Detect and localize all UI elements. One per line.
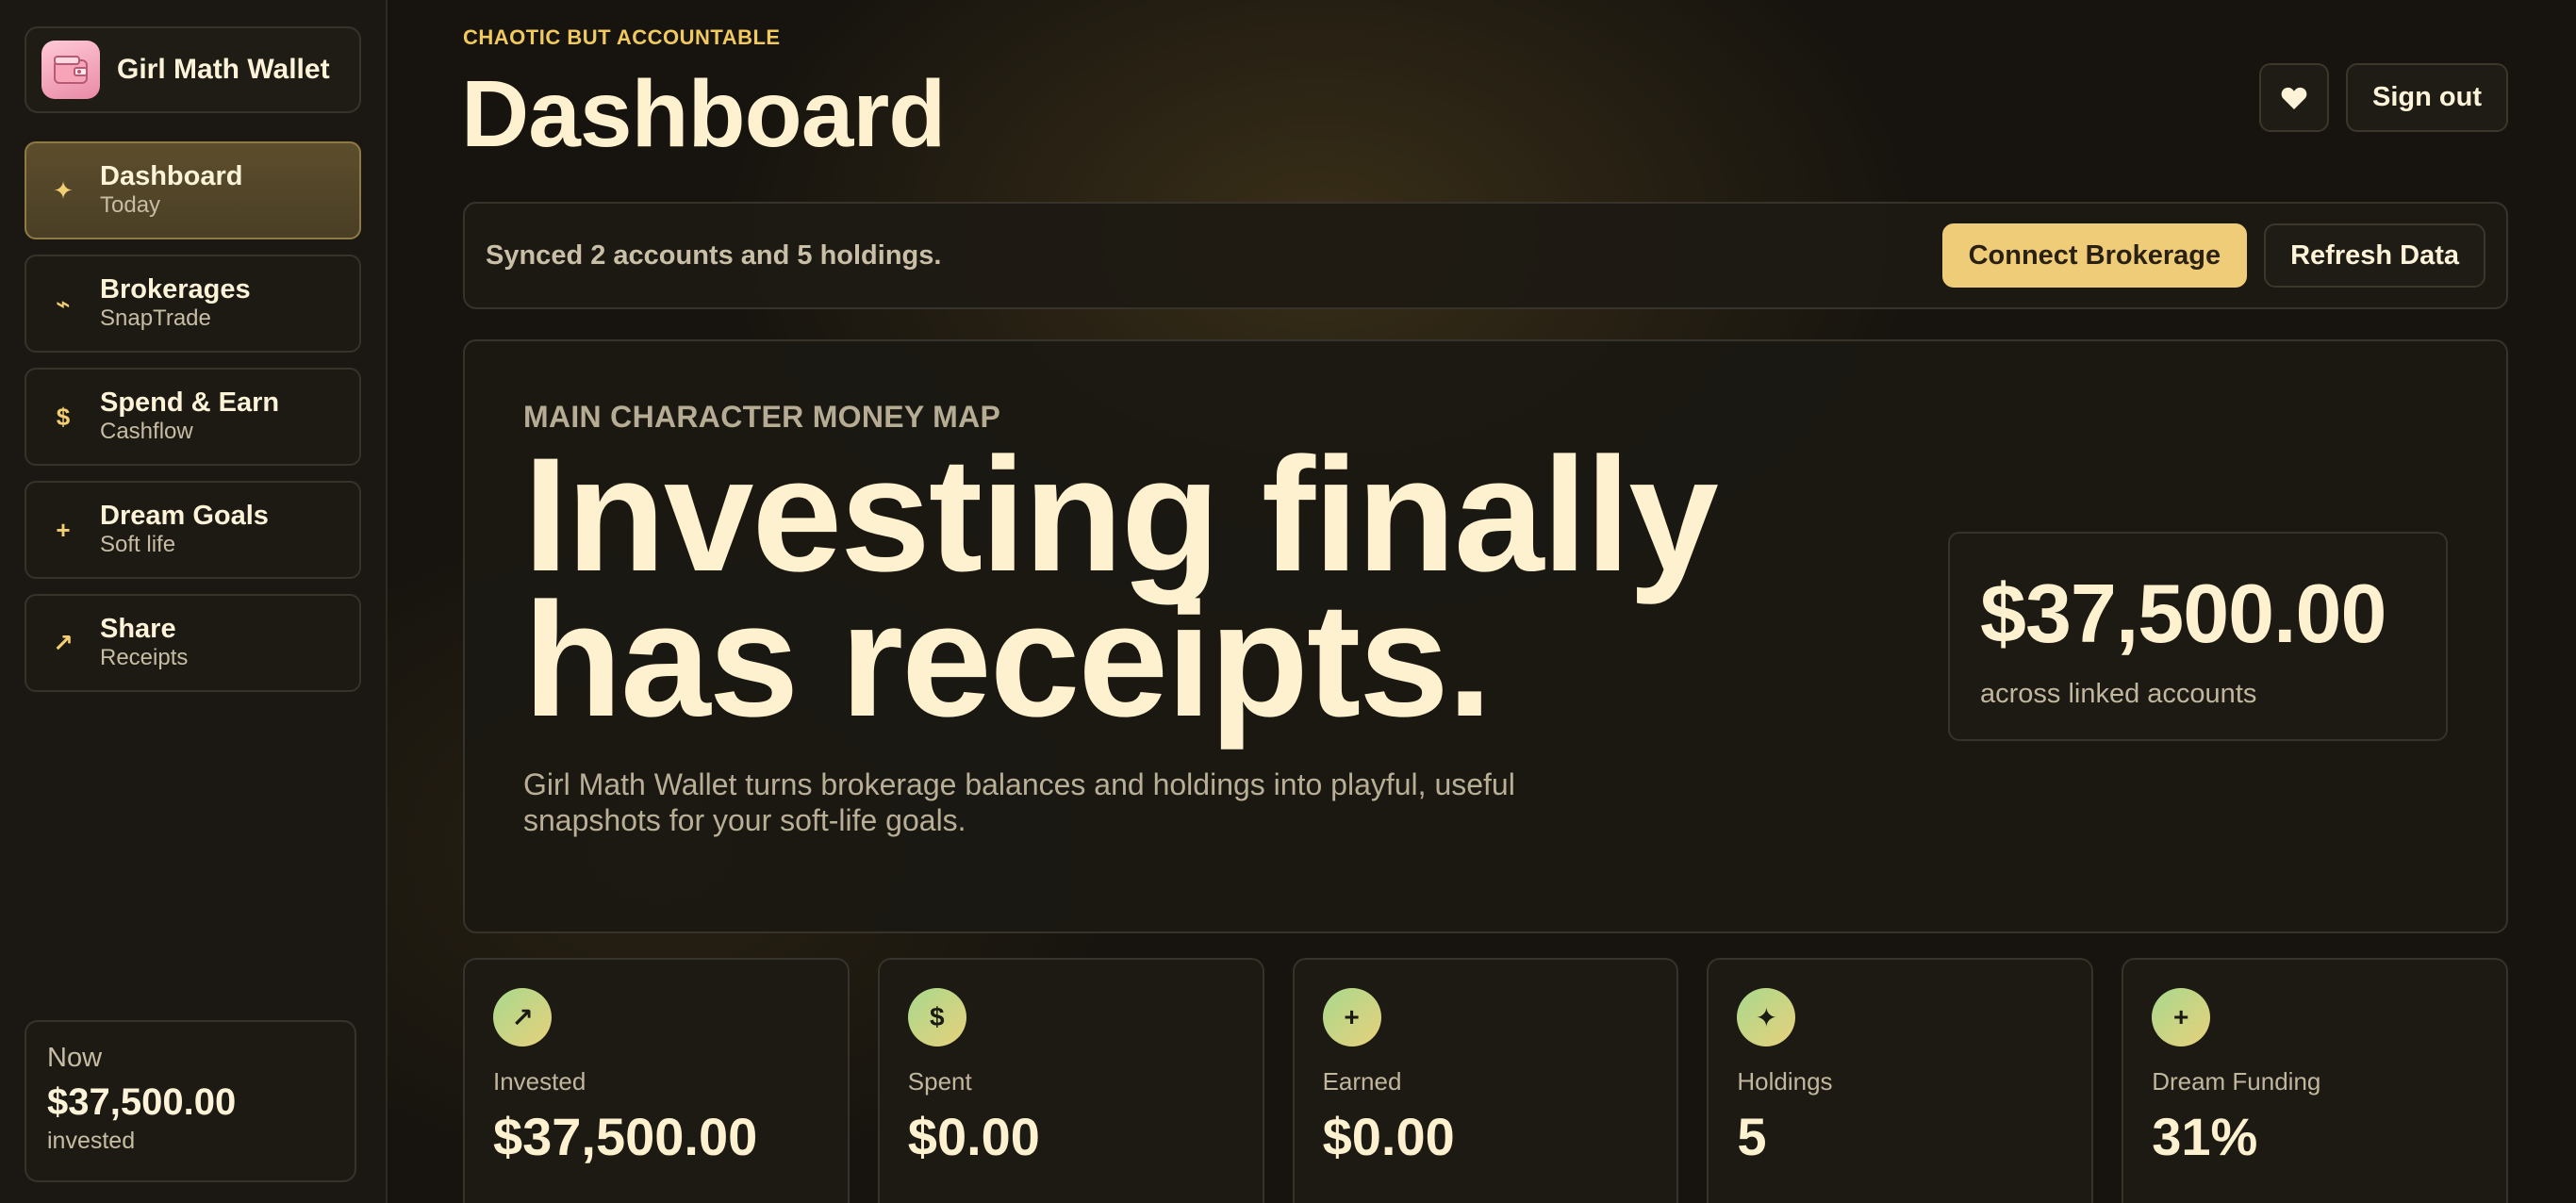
app-window: Girl Math Wallet ✦ Dashboard Today ⌁ Bro… [0,0,2576,1203]
stat-card-invested: ↗ Invested $37,500.00 [463,958,850,1203]
sidebar-item-sublabel: Cashflow [100,419,193,445]
heart-icon [2281,87,2307,109]
stat-card-holdings: ✦ Holdings 5 [1707,958,2094,1203]
stats-row: ↗ Invested $37,500.00 $ Spent $0.00 + Ea… [463,958,2508,1203]
hero-title: Investing finally has receipts. [523,424,1719,750]
plus-icon: + [56,515,71,544]
sidebar-item-spend-earn[interactable]: $ Spend & Earn Cashflow [25,368,361,466]
brand[interactable]: Girl Math Wallet [25,26,361,113]
stat-label: Invested [493,1067,586,1096]
sidebar-item-brokerages[interactable]: ⌁ Brokerages SnapTrade [25,255,361,353]
stat-value: $37,500.00 [493,1107,758,1166]
sidebar-item-sublabel: Soft life [100,532,176,558]
arrow-up-right-icon: ↗ [53,628,74,657]
sparkle-icon: ✦ [1737,988,1796,1046]
stat-card-dream-funding: + Dream Funding 31% [2122,958,2508,1203]
now-sublabel: invested [47,1128,136,1154]
stat-value: 31% [2152,1107,2258,1166]
sidebar-item-sublabel: Receipts [100,645,189,671]
stat-value: $0.00 [907,1107,1040,1166]
favorite-button[interactable] [2259,63,2330,132]
sync-status-bar: Synced 2 accounts and 5 holdings. Connec… [463,202,2508,309]
sparkle-icon: ✦ [53,175,74,205]
header-actions: Sign out [2259,63,2508,132]
stat-label: Holdings [1737,1067,1833,1096]
sidebar-item-dashboard[interactable]: ✦ Dashboard Today [25,141,361,239]
brand-name: Girl Math Wallet [117,54,330,85]
connect-brokerage-button[interactable]: Connect Brokerage [1941,223,2248,288]
main-content: CHAOTIC BUT ACCOUNTABLE Dashboard Sign o… [388,0,2576,1203]
sidebar-item-sublabel: SnapTrade [100,305,211,332]
sidebar-item-dream-goals[interactable]: + Dream Goals Soft life [25,481,361,579]
sidebar: Girl Math Wallet ✦ Dashboard Today ⌁ Bro… [0,0,388,1203]
dollar-icon: $ [56,402,71,431]
sidebar-item-sublabel: Today [100,192,161,219]
wallet-icon [41,41,100,99]
stat-label: Spent [907,1067,972,1096]
link-icon: ⌁ [56,288,71,318]
sync-status-text: Synced 2 accounts and 5 holdings. [486,239,942,271]
sidebar-item-label: Dream Goals [100,500,269,531]
now-invested-card: Now $37,500.00 invested [25,1020,356,1182]
stat-value: 5 [1737,1107,1767,1166]
hero-description: Girl Math Wallet turns brokerage balance… [523,767,1515,837]
stat-card-earned: + Earned $0.00 [1292,958,1679,1203]
now-label: Now [47,1043,103,1073]
sidebar-nav: ✦ Dashboard Today ⌁ Brokerages SnapTrade… [25,141,361,692]
hero-card: MAIN CHARACTER MONEY MAP Investing final… [463,339,2508,933]
total-balance-sublabel: across linked accounts [1980,679,2257,709]
plus-icon: + [1322,988,1381,1046]
sidebar-item-label: Share [100,613,176,644]
page-title: Dashboard [461,61,946,167]
dollar-icon: $ [907,988,966,1046]
page-eyebrow: CHAOTIC BUT ACCOUNTABLE [463,25,781,49]
total-balance-card: $37,500.00 across linked accounts [1948,532,2448,741]
total-balance-value: $37,500.00 [1980,567,2386,660]
sidebar-item-share[interactable]: ↗ Share Receipts [25,594,361,692]
plus-icon: + [2152,988,2211,1046]
sidebar-item-label: Dashboard [100,160,243,191]
stat-value: $0.00 [1322,1107,1455,1166]
stat-card-spent: $ Spent $0.00 [877,958,1264,1203]
sign-out-button[interactable]: Sign out [2346,63,2508,132]
stat-label: Dream Funding [2152,1067,2321,1096]
arrow-up-right-icon: ↗ [493,988,552,1046]
sidebar-item-label: Brokerages [100,273,251,305]
refresh-data-button[interactable]: Refresh Data [2264,223,2485,288]
sidebar-item-label: Spend & Earn [100,387,280,418]
now-value: $37,500.00 [47,1081,237,1123]
stat-label: Earned [1322,1067,1402,1096]
